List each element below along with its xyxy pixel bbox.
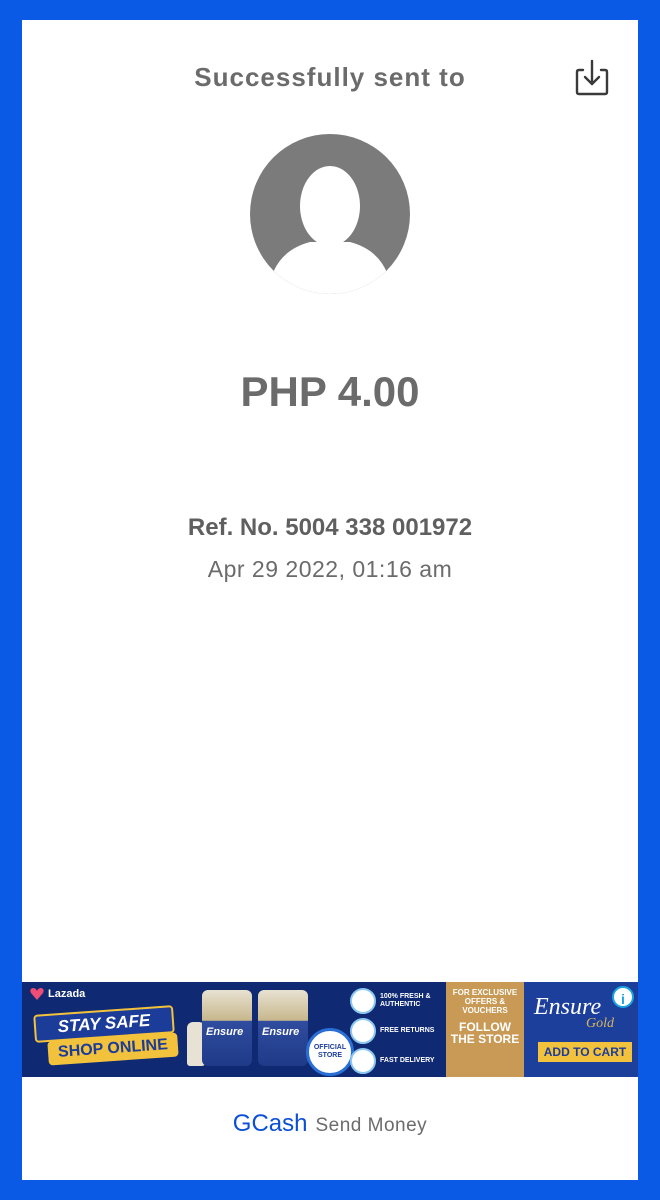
can-label: Ensure xyxy=(262,1026,300,1038)
lazada-logo: Lazada xyxy=(30,988,85,1000)
ad-perk-text: 100% FRESH & AUTHENTIC xyxy=(380,993,431,1008)
ad-perk-text: FREE RETURNS xyxy=(380,1027,435,1034)
store-offer-text: FOR EXCLUSIVE OFFERS & VOUCHERS xyxy=(452,988,518,1015)
heart-icon xyxy=(30,988,44,1000)
shield-check-icon xyxy=(350,988,376,1014)
transaction-datetime: Apr 29 2022, 01:16 am xyxy=(207,556,453,582)
return-icon xyxy=(350,1018,376,1044)
delivery-truck-icon xyxy=(350,1048,376,1074)
can-label: Ensure xyxy=(206,1026,244,1038)
add-to-cart-button[interactable]: ADD TO CART xyxy=(538,1042,632,1062)
ad-perk: FREE RETURNS xyxy=(350,1016,442,1046)
amount-sent: PHP 4.00 xyxy=(240,368,420,415)
ad-perk: FAST DELIVERY xyxy=(350,1046,442,1076)
footer-service-label: Send Money xyxy=(315,1115,428,1136)
ad-brand-name: Lazada xyxy=(48,988,86,1000)
gcash-logo: GCash xyxy=(232,1110,308,1137)
follow-store-panel[interactable]: FOR EXCLUSIVE OFFERS & VOUCHERS FOLLOW T… xyxy=(446,982,524,1077)
ad-perks-list: 100% FRESH & AUTHENTIC FREE RETURNS FAST… xyxy=(350,986,442,1076)
follow-store-text: FOLLOW THE STORE xyxy=(450,1020,520,1046)
product-can-image: Ensure xyxy=(258,990,308,1066)
info-icon[interactable]: i xyxy=(612,986,634,1008)
official-store-badge: OFFICIAL STORE xyxy=(306,1028,354,1076)
product-can-image: Ensure xyxy=(202,990,252,1066)
download-icon[interactable] xyxy=(570,56,614,100)
ad-perk-text: FAST DELIVERY xyxy=(380,1057,435,1064)
receipt-title: Successfully sent to xyxy=(194,62,466,92)
reference-number: Ref. No. 5004 338 001972 xyxy=(187,514,473,541)
ad-perk: 100% FRESH & AUTHENTIC xyxy=(350,986,442,1016)
recipient-avatar xyxy=(250,134,410,294)
receipt-bottom-edge xyxy=(22,1162,638,1178)
receipt-card: Successfully sent to PHP 4.00 Ref. No. 5… xyxy=(22,20,638,1180)
footer: GCash Send Money xyxy=(22,1110,638,1138)
user-silhouette-icon xyxy=(268,166,392,294)
ad-banner[interactable]: Lazada STAY SAFE SHOP ONLINE Ensure Ensu… xyxy=(22,982,638,1077)
ad-product-sub: Gold xyxy=(586,1016,614,1031)
